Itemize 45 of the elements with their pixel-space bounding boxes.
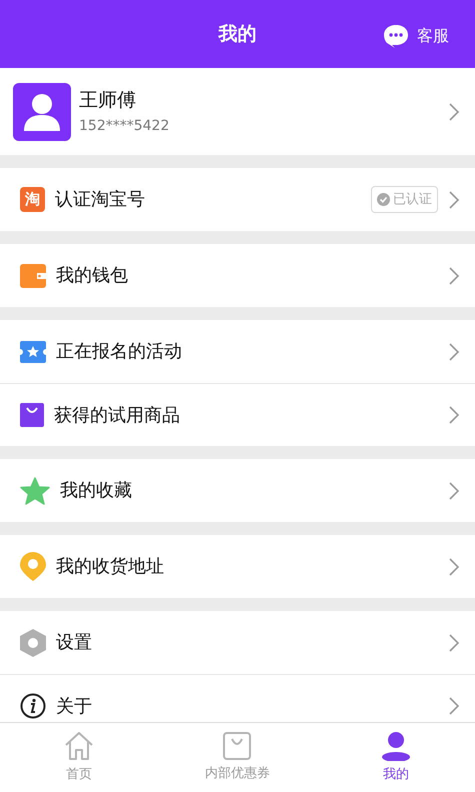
- location-pin-icon: [20, 552, 46, 581]
- settings-icon: [20, 628, 46, 656]
- shopping-bag-icon: [223, 732, 252, 760]
- home-icon: [64, 730, 94, 761]
- phone-number: 152****5422: [79, 117, 170, 136]
- menu-item[interactable]: 我的收藏: [0, 459, 475, 522]
- shopping-bag-icon: [20, 403, 44, 427]
- menu-item-label: 我的收货地址: [56, 555, 165, 579]
- page-title: 我的: [218, 22, 256, 47]
- chat-bubble-icon: [383, 24, 409, 48]
- menu-item-label: 关于: [56, 694, 93, 718]
- menu-item-label: 认证淘宝号: [55, 188, 146, 212]
- menu-item[interactable]: 我的钱包: [0, 244, 475, 307]
- person-icon: [380, 730, 411, 761]
- avatar-icon: [13, 82, 71, 140]
- menu-item[interactable]: 淘 认证淘宝号 已认证: [0, 168, 475, 231]
- menu-item[interactable]: 正在报名的活动: [0, 320, 475, 383]
- taobao-icon: 淘: [20, 187, 45, 212]
- menu-item-label: 设置: [56, 631, 93, 655]
- wallet-icon: [20, 264, 46, 288]
- user-name: 王师傅: [79, 88, 137, 113]
- chevron-right-icon: [448, 342, 460, 362]
- menu-item[interactable]: 我的收货地址: [0, 535, 475, 598]
- menu-item-label: 我的收藏: [60, 479, 133, 503]
- menu-item-label: 获得的试用商品: [54, 404, 181, 428]
- info-icon: [20, 693, 46, 719]
- star-icon: [20, 476, 50, 504]
- chevron-right-icon: [448, 556, 460, 576]
- chevron-right-icon: [448, 266, 460, 286]
- menu-item-label: 我的钱包: [56, 264, 129, 288]
- tab[interactable]: 我的: [316, 723, 475, 792]
- menu-item[interactable]: 设置: [0, 611, 475, 674]
- verified-badge: 已认证: [371, 186, 438, 214]
- ticket-icon: [20, 340, 46, 362]
- profile-card[interactable]: 王师傅 152****5422: [0, 68, 475, 155]
- chevron-right-icon: [448, 632, 460, 652]
- chevron-right-icon: [448, 102, 460, 122]
- chevron-right-icon: [448, 696, 460, 716]
- menu-item-label: 正在报名的活动: [56, 340, 183, 364]
- chevron-right-icon: [448, 190, 460, 210]
- chevron-right-icon: [448, 480, 460, 500]
- check-icon: [377, 193, 390, 206]
- menu-item[interactable]: 获得的试用商品: [0, 383, 475, 446]
- customer-service-button[interactable]: 客服: [383, 24, 449, 48]
- chevron-right-icon: [448, 405, 460, 425]
